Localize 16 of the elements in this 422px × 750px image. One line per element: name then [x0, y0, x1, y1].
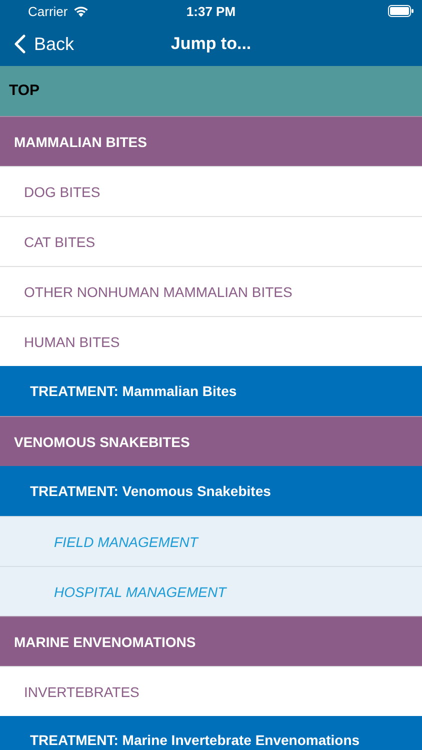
subsection-item[interactable]: FIELD MANAGEMENT — [0, 516, 422, 566]
chevron-left-icon — [14, 34, 26, 54]
subsection-item[interactable]: HOSPITAL MANAGEMENT — [0, 566, 422, 616]
treatment-row[interactable]: TREATMENT: Marine Invertebrate Envenomations — [0, 716, 422, 750]
nav-title: Jump to... — [170, 34, 252, 54]
section-row[interactable]: MAMMALIAN BITES — [0, 116, 422, 166]
top-row[interactable]: TOP — [0, 66, 422, 116]
wifi-icon — [72, 5, 89, 17]
carrier-label: Carrier — [28, 4, 68, 18]
section-row[interactable]: MARINE ENVENOMATIONS — [0, 616, 422, 666]
section-row[interactable]: VENOMOUS SNAKEBITES — [0, 416, 422, 466]
treatment-row[interactable]: TREATMENT: Mammalian Bites — [0, 366, 422, 416]
battery-icon — [388, 5, 414, 17]
treatment-row[interactable]: TREATMENT: Venomous Snakebites — [0, 466, 422, 516]
back-button[interactable]: Back — [0, 34, 74, 54]
status-time: 1:37 PM — [185, 4, 237, 18]
